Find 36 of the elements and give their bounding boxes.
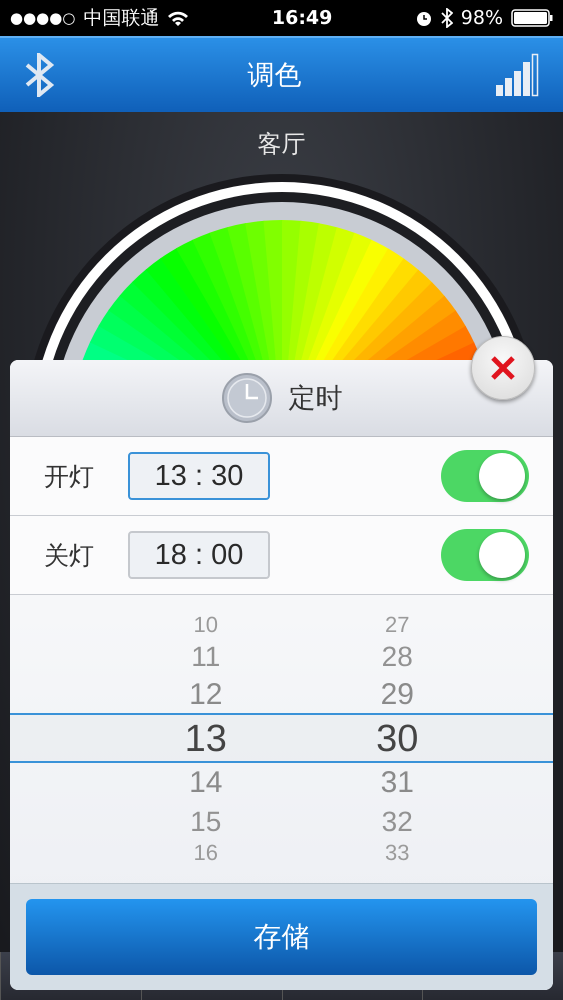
signal-strength-icon[interactable]	[495, 53, 539, 97]
picker-value[interactable]: 12	[189, 675, 222, 715]
battery-icon	[511, 9, 554, 27]
picker-value[interactable]: 30	[376, 715, 418, 763]
picker-value[interactable]: 15	[190, 803, 222, 840]
close-icon	[490, 355, 516, 381]
picker-value[interactable]: 31	[380, 763, 414, 803]
timer-label: 关灯	[44, 540, 94, 572]
time-field[interactable]: 13 : 30	[128, 452, 270, 500]
picker-value[interactable]: 29	[380, 675, 414, 715]
dialog-title: 定时	[288, 382, 342, 416]
toggle-switch[interactable]	[441, 450, 529, 502]
toggle-switch[interactable]	[441, 529, 529, 581]
clock-icon	[220, 372, 272, 424]
signal-dots: ●●●●○	[10, 9, 76, 27]
picker-value[interactable]: 32	[382, 803, 413, 840]
time-field[interactable]: 18 : 00	[128, 531, 270, 579]
clock-time: 16:49	[272, 7, 332, 29]
picker-value[interactable]: 16	[194, 840, 218, 866]
picker-value[interactable]: 14	[189, 763, 222, 803]
timer-label: 开灯	[44, 460, 94, 492]
picker-value[interactable]: 10	[194, 612, 218, 638]
battery-percent: 98%	[460, 7, 504, 29]
header-title: 调色	[248, 59, 302, 93]
alarm-icon	[414, 9, 433, 27]
room-name: 客厅	[258, 129, 306, 160]
bluetooth-icon[interactable]	[24, 53, 54, 97]
wifi-icon	[167, 10, 190, 26]
picker-value[interactable]: 13	[184, 715, 227, 763]
picker-value[interactable]: 28	[382, 638, 413, 675]
save-button[interactable]: 存储	[26, 899, 537, 975]
picker-value[interactable]: 11	[191, 638, 220, 675]
bluetooth-icon	[440, 8, 453, 28]
picker-value[interactable]: 33	[385, 840, 410, 866]
picker-value[interactable]: 27	[385, 612, 410, 638]
carrier-name: 中国联通	[83, 6, 160, 31]
